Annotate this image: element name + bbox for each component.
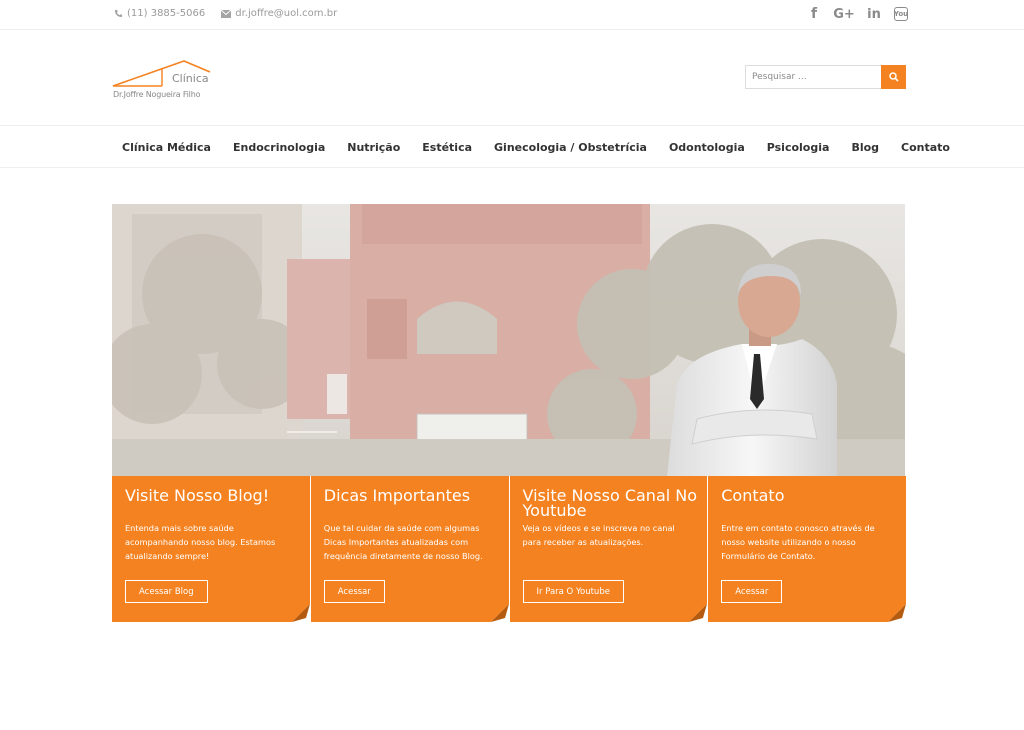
phone-item[interactable]: (11) 3885-5066 xyxy=(114,8,205,19)
contact-info: (11) 3885-5066 dr.joffre@uol.com.br xyxy=(114,8,353,19)
nav-item-psicologia[interactable]: Psicologia xyxy=(756,141,841,154)
google-plus-icon[interactable]: G+ xyxy=(833,6,855,22)
nav-item-contato[interactable]: Contato xyxy=(890,141,961,154)
envelope-icon xyxy=(221,9,232,18)
hero-banner xyxy=(112,204,905,476)
search-form xyxy=(745,65,906,89)
nav-item-estetica[interactable]: Estética xyxy=(411,141,483,154)
go-to-youtube-button[interactable]: Ir Para O Youtube xyxy=(522,580,624,603)
nav-item-endocrinologia[interactable]: Endocrinologia xyxy=(222,141,336,154)
search-input[interactable] xyxy=(745,65,881,89)
facebook-icon[interactable]: f xyxy=(806,6,822,22)
card-title: Dicas Importantes xyxy=(323,486,471,505)
card-text: Que tal cuidar da saúde com algumas Dica… xyxy=(323,523,483,561)
main-navigation: Clínica Médica Endocrinologia Nutrição E… xyxy=(0,127,1024,168)
nav-item-ginecologia[interactable]: Ginecologia / Obstetrícia xyxy=(483,141,658,154)
nav-item-clinica-medica[interactable]: Clínica Médica xyxy=(111,141,222,154)
access-blog-button[interactable]: Acessar Blog xyxy=(125,580,208,603)
phone-icon xyxy=(114,9,123,18)
linkedin-icon[interactable]: in xyxy=(866,6,882,22)
email-item[interactable]: dr.joffre@uol.com.br xyxy=(221,8,337,19)
youtube-icon[interactable]: You xyxy=(894,7,908,21)
card-youtube: Visite Nosso Canal No Youtube Veja os ví… xyxy=(509,476,708,622)
card-text: Entenda mais sobre saúde acompanhando no… xyxy=(125,523,276,561)
logo-doctor-name: Dr.Joffre Nogueira Filho xyxy=(113,90,201,99)
search-button[interactable] xyxy=(881,65,906,89)
hero-image xyxy=(112,204,905,476)
card-title: Visite Nosso Canal No Youtube xyxy=(522,486,698,520)
access-contact-button[interactable]: Acessar xyxy=(721,580,783,603)
card-contact: Contato Entre em contato conosco através… xyxy=(708,476,906,622)
nav-item-odontologia[interactable]: Odontologia xyxy=(658,141,756,154)
page-curl-icon xyxy=(888,604,906,622)
email-address: dr.joffre@uol.com.br xyxy=(235,8,338,19)
feature-cards: Visite Nosso Blog! Entenda mais sobre sa… xyxy=(112,476,906,622)
site-header: Clínica Dr.Joffre Nogueira Filho xyxy=(0,30,1024,126)
page-curl-icon xyxy=(490,604,509,622)
card-blog: Visite Nosso Blog! Entenda mais sobre sa… xyxy=(112,476,310,622)
card-title: Contato xyxy=(721,486,785,505)
nav-item-nutricao[interactable]: Nutrição xyxy=(336,141,411,154)
access-tips-button[interactable]: Acessar xyxy=(323,580,385,603)
card-tips: Dicas Importantes Que tal cuidar da saúd… xyxy=(310,476,509,622)
site-logo[interactable]: Clínica Dr.Joffre Nogueira Filho xyxy=(112,60,222,104)
top-bar: (11) 3885-5066 dr.joffre@uol.com.br f G+… xyxy=(0,0,1024,30)
card-text: Veja os vídeos e se inscreva no canal pa… xyxy=(522,523,675,547)
card-text: Entre em contato conosco através de noss… xyxy=(721,523,875,561)
page-curl-icon xyxy=(689,604,708,622)
logo-clinica-text: Clínica xyxy=(172,72,209,85)
card-title: Visite Nosso Blog! xyxy=(125,486,270,505)
phone-number: (11) 3885-5066 xyxy=(127,8,206,19)
page-curl-icon xyxy=(291,604,310,622)
search-icon xyxy=(888,72,899,82)
nav-item-blog[interactable]: Blog xyxy=(840,141,890,154)
social-links: f G+ in You xyxy=(794,6,908,22)
